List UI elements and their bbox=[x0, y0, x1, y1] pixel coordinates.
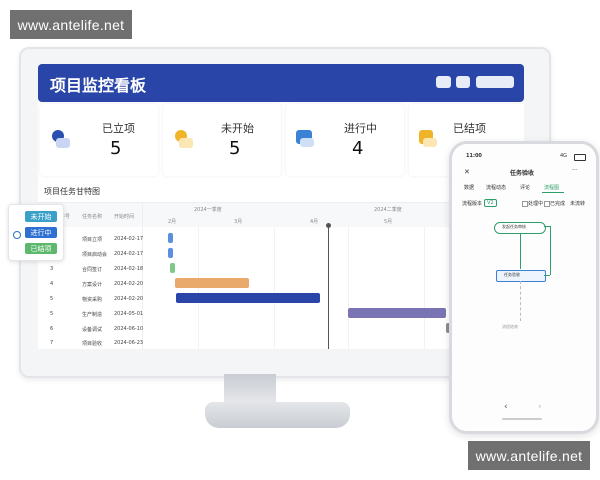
month-apr: 4月 bbox=[310, 219, 319, 225]
row-name: 设备调试 bbox=[82, 327, 103, 333]
folder-icon-shadow bbox=[423, 138, 437, 147]
card-label: 进行中 bbox=[344, 122, 377, 135]
row-num: 4 bbox=[50, 281, 54, 287]
row-name: 项目验收 bbox=[82, 341, 103, 347]
gantt-bar[interactable] bbox=[348, 308, 446, 318]
stat-card-established[interactable]: 已立项 5 bbox=[40, 104, 158, 176]
grid-line bbox=[424, 227, 425, 349]
header-button-1[interactable] bbox=[436, 76, 451, 88]
gantt-bar[interactable] bbox=[168, 248, 173, 258]
row-start: 2024-06-10 bbox=[114, 326, 144, 332]
today-marker-dot bbox=[326, 223, 331, 228]
watermark-bottom: www.antelife.net bbox=[468, 441, 590, 470]
legend-in-progress[interactable]: 进行中 bbox=[25, 227, 57, 238]
flow-version-badge[interactable]: V2 bbox=[484, 199, 497, 207]
stat-card-in-progress[interactable]: 进行中 4 bbox=[286, 104, 404, 176]
flow-connector bbox=[520, 233, 521, 269]
phone-time: 11:00 bbox=[466, 153, 482, 159]
row-start: 2024-02-20 bbox=[114, 281, 144, 287]
row-start: 2024-02-17 bbox=[114, 236, 144, 242]
flow-node-start-label: 发起任务审核 bbox=[502, 224, 526, 229]
battery-icon bbox=[574, 154, 586, 161]
card-value: 4 bbox=[352, 138, 364, 159]
header-button-3[interactable] bbox=[476, 76, 514, 88]
flow-node-task-label: 任务验收 bbox=[504, 272, 520, 277]
grid-line bbox=[198, 227, 199, 349]
stat-card-not-started[interactable]: 未开始 5 bbox=[163, 104, 281, 176]
grid-line bbox=[274, 227, 275, 349]
page-title: 项目监控看板 bbox=[50, 76, 147, 95]
close-icon[interactable]: ✕ bbox=[464, 168, 470, 176]
watermark-top: www.antelife.net bbox=[10, 10, 132, 39]
filter-not-flowed[interactable]: 未流转 bbox=[570, 200, 585, 207]
gantt-title: 项目任务甘特图 bbox=[44, 187, 100, 196]
col-header-start: 开始时间 bbox=[114, 214, 135, 220]
row-num: 5 bbox=[50, 296, 54, 302]
flow-connector-dashed bbox=[520, 281, 522, 321]
more-icon[interactable]: ··· bbox=[572, 167, 578, 174]
phone-signal: 4G bbox=[560, 153, 568, 159]
flow-version-label: 流程版本 bbox=[462, 201, 483, 207]
col-header-name: 任务名称 bbox=[82, 214, 103, 220]
chart-icon-shadow bbox=[300, 138, 314, 147]
tab-flow-activity[interactable]: 流程动态 bbox=[486, 184, 506, 191]
flow-connector bbox=[544, 275, 550, 276]
row-start: 2024-05-01 bbox=[114, 311, 144, 317]
monitor-stand-base bbox=[205, 402, 350, 428]
period-q1: 2024一季度 bbox=[194, 207, 222, 213]
month-mar: 3月 bbox=[234, 219, 243, 225]
row-start: 2024-02-18 bbox=[114, 266, 144, 272]
monitor-stand-neck bbox=[224, 374, 276, 404]
card-value: 5 bbox=[110, 138, 122, 159]
row-name: 合同签订 bbox=[82, 267, 103, 273]
card-label: 未开始 bbox=[221, 122, 254, 135]
row-start: 2024-02-17 bbox=[114, 251, 144, 257]
row-num: 5 bbox=[50, 311, 54, 317]
month-may: 5月 bbox=[384, 219, 393, 225]
row-num: 3 bbox=[50, 266, 54, 272]
status-legend: 未开始 进行中 已结项 bbox=[8, 204, 64, 261]
row-start: 2024-06-23 bbox=[114, 340, 144, 346]
gantt-bar[interactable] bbox=[168, 233, 173, 243]
row-name: 方案设计 bbox=[82, 282, 103, 288]
card-label: 已结项 bbox=[453, 122, 486, 135]
phone-frame: 11:00 4G ✕ 任务验收 ··· 数据 流程动态 评论 流程图 流程版本 … bbox=[449, 141, 599, 434]
phone-nav-title: 任务验收 bbox=[510, 170, 535, 177]
clock-icon-shadow bbox=[179, 138, 193, 148]
gantt-bar[interactable] bbox=[176, 293, 320, 303]
gantt-bar[interactable] bbox=[170, 263, 175, 273]
row-num: 6 bbox=[50, 326, 54, 332]
header-button-2[interactable] bbox=[456, 76, 470, 88]
row-num: 7 bbox=[50, 340, 54, 346]
gantt-bar[interactable] bbox=[175, 278, 249, 288]
tab-flowchart[interactable]: 流程图 bbox=[544, 184, 559, 191]
radio-icon[interactable] bbox=[13, 231, 21, 239]
card-value: 5 bbox=[229, 138, 241, 159]
legend-closed[interactable]: 已结项 bbox=[25, 243, 57, 254]
period-q2: 2024二季度 bbox=[374, 207, 402, 213]
row-name: 项目立项 bbox=[82, 237, 103, 243]
month-feb: 2月 bbox=[168, 219, 177, 225]
flow-connector bbox=[550, 226, 551, 275]
tab-active-indicator bbox=[542, 192, 564, 193]
back-icon[interactable]: ‹ bbox=[504, 402, 508, 412]
filter-processing[interactable]: 处理中 bbox=[528, 200, 543, 207]
row-start: 2024-02-20 bbox=[114, 296, 144, 302]
filter-completed[interactable]: 已完成 bbox=[550, 200, 565, 207]
document-icon-shadow bbox=[56, 138, 70, 148]
forward-icon[interactable]: › bbox=[538, 402, 542, 412]
legend-not-started[interactable]: 未开始 bbox=[25, 211, 57, 222]
row-name: 物资采购 bbox=[82, 297, 103, 303]
header-banner: 项目监控看板 bbox=[38, 64, 524, 102]
card-label: 已立项 bbox=[102, 122, 135, 135]
home-indicator[interactable] bbox=[502, 418, 542, 420]
tab-data[interactable]: 数据 bbox=[464, 184, 474, 191]
grid-line bbox=[348, 227, 349, 349]
row-name: 项目启动会 bbox=[82, 252, 108, 258]
flow-node-end-label: 流程结束 bbox=[502, 324, 518, 329]
row-name: 生产制造 bbox=[82, 312, 103, 318]
today-marker bbox=[328, 225, 329, 349]
tab-comments[interactable]: 评论 bbox=[520, 184, 530, 191]
